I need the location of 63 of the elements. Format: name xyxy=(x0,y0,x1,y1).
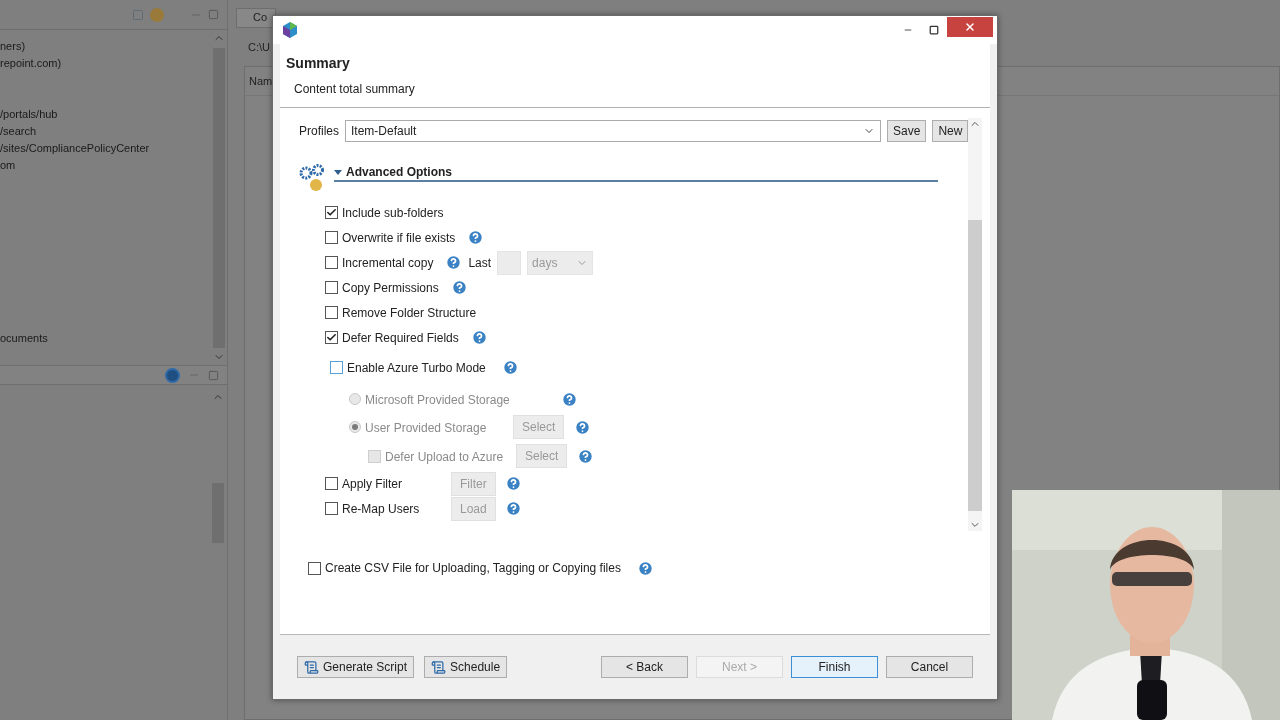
tree-item[interactable]: om xyxy=(0,157,211,174)
checkbox[interactable] xyxy=(325,281,338,294)
option-label: Re-Map Users xyxy=(342,500,420,518)
help-icon[interactable] xyxy=(504,475,522,492)
option-label: Defer Upload to Azure xyxy=(385,450,504,464)
section-header[interactable]: Advanced Options xyxy=(334,164,939,182)
csv-label: Create CSV File for Uploading, Tagging or Copying files xyxy=(325,560,621,577)
option-label: Overwrite if file exists xyxy=(342,229,456,247)
path-text: C:\U xyxy=(248,40,271,55)
option-label: User Provided Storage xyxy=(365,421,487,435)
option-button[interactable]: Filter xyxy=(451,472,496,496)
tree-item[interactable]: /portals/hub xyxy=(0,106,211,123)
script-icon xyxy=(304,659,319,675)
editor-tab[interactable]: Co xyxy=(236,8,276,28)
last-label: Last xyxy=(468,254,492,272)
profile-button[interactable]: New xyxy=(932,120,969,142)
help-icon[interactable] xyxy=(504,500,522,517)
footer-button[interactable]: Generate Script xyxy=(297,656,415,678)
profiles-dropdown[interactable]: Item-Default xyxy=(345,120,881,142)
help-icon[interactable] xyxy=(470,329,488,346)
option-button[interactable]: Load xyxy=(451,497,496,521)
app-logo-icon xyxy=(282,22,298,38)
help-icon[interactable] xyxy=(450,279,468,296)
checkbox[interactable] xyxy=(325,206,338,219)
checkbox[interactable] xyxy=(325,502,338,515)
option-label: Microsoft Provided Storage xyxy=(365,393,510,407)
checkbox[interactable] xyxy=(325,306,338,319)
script-icon xyxy=(431,659,447,675)
maximize-icon xyxy=(929,25,939,35)
help-icon[interactable] xyxy=(636,559,654,577)
close-icon xyxy=(964,21,976,33)
checkbox[interactable] xyxy=(325,331,338,344)
profile-button[interactable]: Save xyxy=(887,120,927,142)
help-icon[interactable] xyxy=(445,254,463,271)
checkbox[interactable] xyxy=(325,477,338,490)
footer-button[interactable]: < Back xyxy=(601,656,688,678)
option-label: Remove Folder Structure xyxy=(342,304,477,322)
profiles-label: Profiles xyxy=(299,123,339,140)
help-icon[interactable] xyxy=(501,359,519,376)
option-label: Apply Filter xyxy=(342,475,403,493)
option-label: Defer Required Fields xyxy=(342,329,459,347)
tree-item[interactable]: ners) xyxy=(0,38,211,55)
tree-item[interactable]: repoint.com) xyxy=(0,55,211,72)
tree-item[interactable]: ocuments xyxy=(0,330,211,347)
info-icon[interactable] xyxy=(165,367,180,383)
scrollbar-thumb[interactable] xyxy=(968,219,983,512)
option-label: Copy Permissions xyxy=(342,279,439,297)
checkbox[interactable] xyxy=(308,561,321,575)
option-label: Include sub-folders xyxy=(342,204,444,222)
footer-button[interactable]: Schedule xyxy=(424,656,508,678)
page-subtitle: Content total summary xyxy=(294,81,416,98)
tree-item[interactable]: /search xyxy=(0,123,211,140)
option-label: Incremental copy xyxy=(342,254,434,272)
checkbox[interactable] xyxy=(325,231,338,244)
checkbox[interactable] xyxy=(325,256,338,269)
footer-button[interactable]: Finish xyxy=(791,656,878,678)
help-icon[interactable] xyxy=(467,229,485,246)
option-label: Enable Azure Turbo Mode xyxy=(347,359,486,377)
unit-dropdown[interactable]: days xyxy=(527,250,594,275)
days-field[interactable] xyxy=(497,250,522,275)
tree-item[interactable]: /sites/CompliancePolicyCenter xyxy=(0,140,211,157)
checkbox[interactable] xyxy=(330,361,343,374)
footer-button[interactable]: Cancel xyxy=(886,656,973,678)
